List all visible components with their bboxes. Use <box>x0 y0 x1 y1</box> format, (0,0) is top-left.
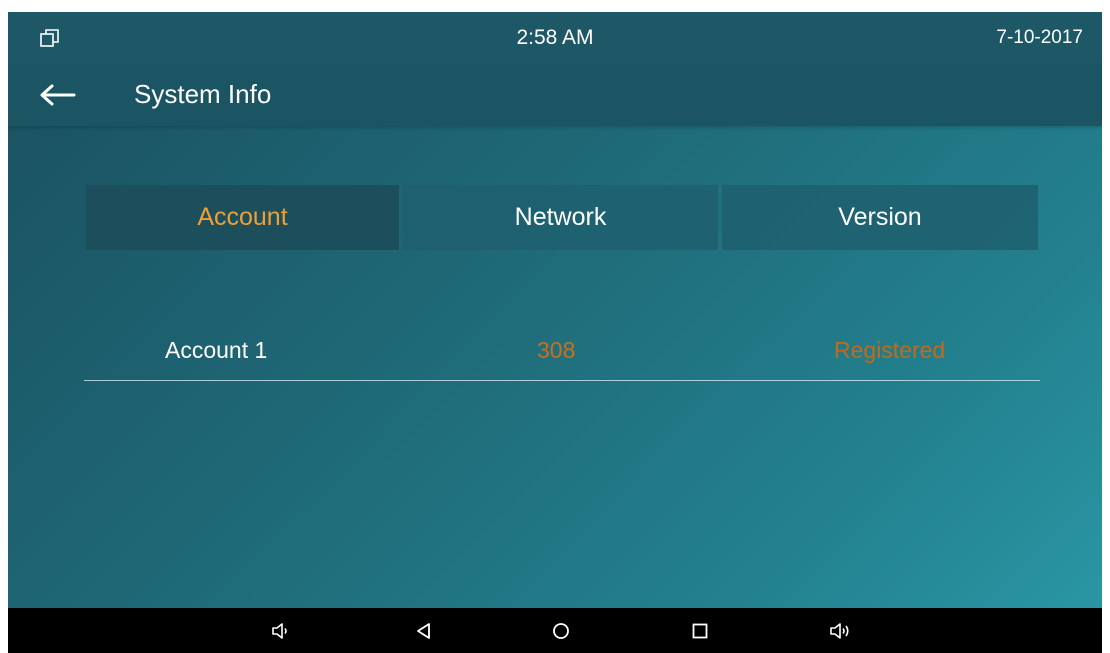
device-screen: 2:58 AM 7-10-2017 System Info Account Ne… <box>8 12 1102 653</box>
status-bar: 2:58 AM 7-10-2017 <box>8 12 1102 64</box>
status-time: 2:58 AM <box>516 26 594 49</box>
tab-bar: Account Network Version <box>86 185 1038 250</box>
back-triangle-icon[interactable] <box>412 619 436 643</box>
home-circle-icon[interactable] <box>549 619 573 643</box>
account-status: Registered <box>834 337 946 363</box>
page-title: System Info <box>134 79 272 109</box>
account-row: Account 1 308 Registered <box>84 322 1040 381</box>
tab-network[interactable]: Network <box>403 185 718 250</box>
arrow-left-icon <box>40 84 76 106</box>
account-name: Account 1 <box>165 337 268 363</box>
volume-up-icon[interactable] <box>828 619 852 643</box>
navigation-bar <box>8 608 1102 653</box>
status-date: 7-10-2017 <box>996 27 1083 48</box>
recents-square-icon[interactable] <box>688 619 712 643</box>
tab-version[interactable]: Version <box>722 185 1038 250</box>
tab-account[interactable]: Account <box>86 185 399 250</box>
volume-down-icon[interactable] <box>269 619 293 643</box>
back-button[interactable] <box>38 80 78 110</box>
title-bar: System Info <box>8 64 1102 126</box>
account-number: 308 <box>537 337 576 363</box>
